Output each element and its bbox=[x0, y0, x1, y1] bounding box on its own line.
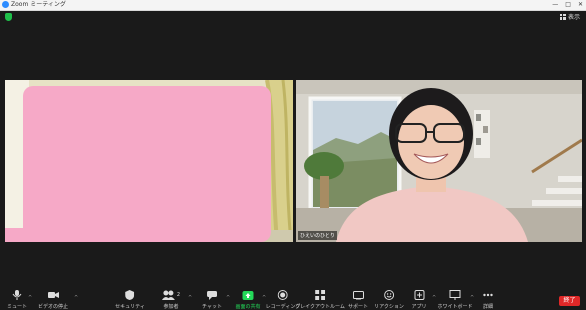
more-label: 詳細 bbox=[482, 304, 494, 310]
participants-button[interactable]: 2 参加者 bbox=[161, 290, 181, 310]
view-button[interactable]: 表示 bbox=[559, 12, 580, 21]
whiteboard-button[interactable]: ホワイトボード bbox=[437, 290, 473, 310]
apps-button[interactable]: アプリ bbox=[411, 290, 427, 310]
whiteboard-icon bbox=[449, 290, 461, 300]
stop-video-label: ビデオの停止 bbox=[37, 304, 69, 310]
participants-options-chevron-icon[interactable]: ^ bbox=[188, 295, 192, 301]
name-tag-cover bbox=[5, 228, 50, 242]
shield-icon bbox=[125, 290, 135, 300]
more-icon bbox=[483, 290, 493, 300]
share-screen-button[interactable]: 画面の共有 bbox=[235, 290, 261, 310]
meeting-toolbar: ミュート ^ ビデオの停止 ^ セキュリティ 2 参加者 ^ チャット ^ 画面… bbox=[0, 288, 586, 310]
participant-video-tile-2[interactable]: ひえいのひとり bbox=[296, 80, 582, 242]
reaction-icon bbox=[383, 290, 394, 300]
participants-count: 2 bbox=[176, 292, 181, 298]
security-label: セキュリティ bbox=[115, 304, 145, 310]
window-title: Zoom ミーティング bbox=[11, 1, 66, 8]
support-button[interactable]: サポート bbox=[348, 290, 368, 310]
end-meeting-button[interactable]: 終了 bbox=[559, 296, 580, 306]
chat-options-chevron-icon[interactable]: ^ bbox=[226, 295, 230, 301]
close-button[interactable]: ✕ bbox=[578, 0, 583, 10]
support-icon bbox=[352, 290, 364, 300]
support-label: サポート bbox=[347, 304, 369, 310]
share-screen-icon bbox=[242, 290, 254, 300]
microphone-icon bbox=[12, 290, 22, 300]
reaction-label: リアクション bbox=[374, 304, 404, 310]
breakout-rooms-icon bbox=[314, 290, 325, 300]
apps-icon bbox=[413, 290, 424, 300]
audio-options-chevron-icon[interactable]: ^ bbox=[28, 295, 32, 301]
participants-icon: 2 bbox=[161, 290, 181, 300]
security-button[interactable]: セキュリティ bbox=[115, 290, 145, 310]
share-screen-label: 画面の共有 bbox=[235, 304, 261, 310]
mute-label: ミュート bbox=[6, 304, 28, 310]
privacy-cover-block bbox=[23, 86, 271, 242]
participant-video-image bbox=[296, 80, 582, 242]
maximize-button[interactable]: □ bbox=[565, 0, 571, 10]
apps-label: アプリ bbox=[411, 304, 427, 310]
encryption-shield-icon[interactable] bbox=[5, 13, 12, 21]
view-label: 表示 bbox=[567, 14, 580, 21]
whiteboard-options-chevron-icon[interactable]: ^ bbox=[470, 295, 474, 301]
window-controls: — □ ✕ bbox=[552, 0, 583, 10]
video-camera-icon bbox=[47, 290, 59, 300]
participant-name-tag: ひえいのひとり bbox=[298, 231, 337, 240]
reaction-button[interactable]: リアクション bbox=[374, 290, 404, 310]
apps-options-chevron-icon[interactable]: ^ bbox=[432, 295, 436, 301]
title-bar: Zoom ミーティング — □ ✕ bbox=[0, 0, 586, 11]
whiteboard-label: ホワイトボード bbox=[437, 304, 473, 310]
video-options-chevron-icon[interactable]: ^ bbox=[74, 295, 78, 301]
chat-button[interactable]: チャット bbox=[202, 290, 222, 310]
participants-label: 参加者 bbox=[163, 304, 179, 310]
breakout-rooms-button[interactable]: ブレイクアウトルーム bbox=[295, 290, 345, 310]
participant-video-tile-1[interactable] bbox=[5, 80, 293, 242]
grid-view-icon bbox=[559, 13, 566, 20]
zoom-logo-icon bbox=[2, 1, 9, 8]
chat-label: チャット bbox=[202, 304, 222, 310]
record-icon bbox=[278, 290, 288, 300]
chat-icon bbox=[206, 290, 217, 300]
mute-button[interactable]: ミュート bbox=[7, 290, 27, 310]
breakout-rooms-label: ブレイクアウトルーム bbox=[295, 304, 345, 310]
more-button[interactable]: 詳細 bbox=[483, 290, 493, 310]
minimize-button[interactable]: — bbox=[552, 0, 558, 10]
stop-video-button[interactable]: ビデオの停止 bbox=[38, 290, 68, 310]
